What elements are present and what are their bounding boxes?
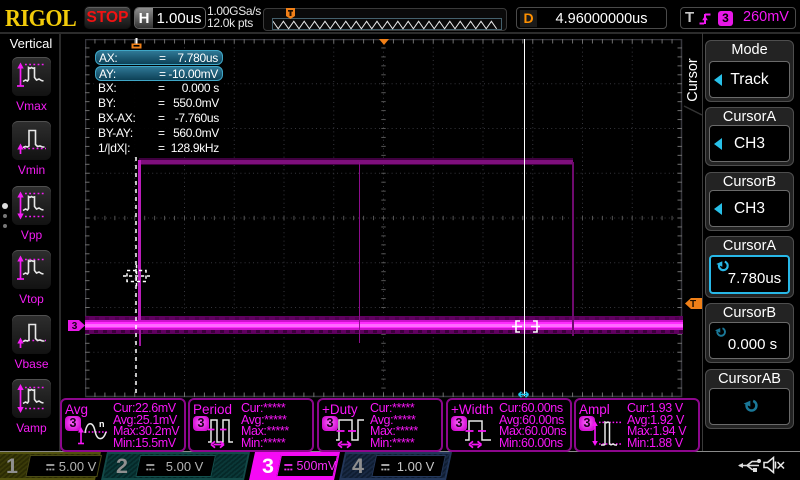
svg-text:T: T: [690, 299, 696, 309]
svg-text:n: n: [99, 419, 105, 429]
svg-text:3: 3: [72, 321, 78, 331]
